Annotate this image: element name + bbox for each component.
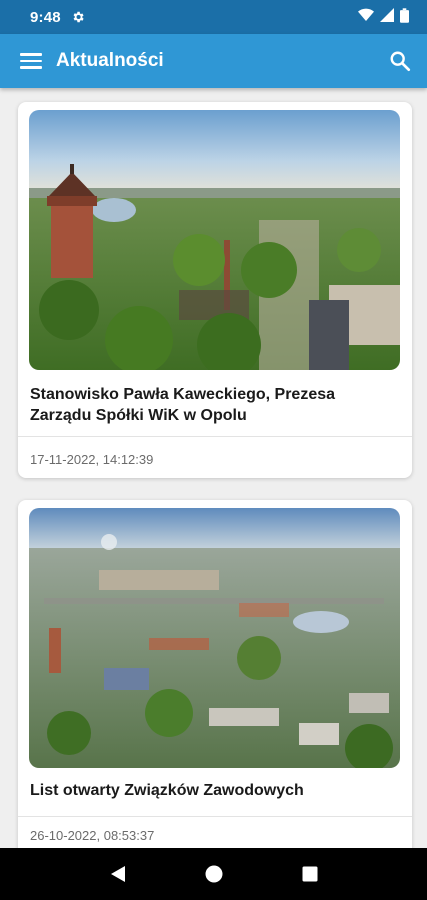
app-bar: Aktualności xyxy=(0,34,427,88)
news-title: Stanowisko Pawła Kaweckiego, Prezesa Zar… xyxy=(30,386,336,424)
news-card[interactable]: List otwarty Związków Zawodowych 26-10-2… xyxy=(18,500,412,848)
news-image xyxy=(29,508,400,768)
news-date: 17-11-2022, 14:12:39 xyxy=(30,452,154,467)
home-icon[interactable] xyxy=(205,865,223,883)
signal-icon xyxy=(380,8,394,26)
news-title: List otwarty Związków Zawodowych xyxy=(30,782,304,799)
navigation-bar xyxy=(0,848,427,900)
menu-icon[interactable] xyxy=(20,53,42,69)
wifi-icon xyxy=(358,8,374,26)
recents-icon[interactable] xyxy=(302,866,318,882)
status-bar: 9:48 xyxy=(0,0,427,34)
news-card[interactable]: Stanowisko Pawła Kaweckiego, Prezesa Zar… xyxy=(18,102,412,478)
back-icon[interactable] xyxy=(110,865,126,883)
divider xyxy=(18,816,412,817)
gear-icon xyxy=(71,10,85,24)
news-image xyxy=(29,110,400,370)
battery-icon xyxy=(400,7,409,27)
search-icon[interactable] xyxy=(389,50,411,72)
status-time: 9:48 xyxy=(30,8,61,26)
news-list: Stanowisko Pawła Kaweckiego, Prezesa Zar… xyxy=(0,88,427,848)
divider xyxy=(18,436,412,437)
news-date: 26-10-2022, 08:53:37 xyxy=(30,828,155,843)
page-title: Aktualności xyxy=(56,50,164,71)
